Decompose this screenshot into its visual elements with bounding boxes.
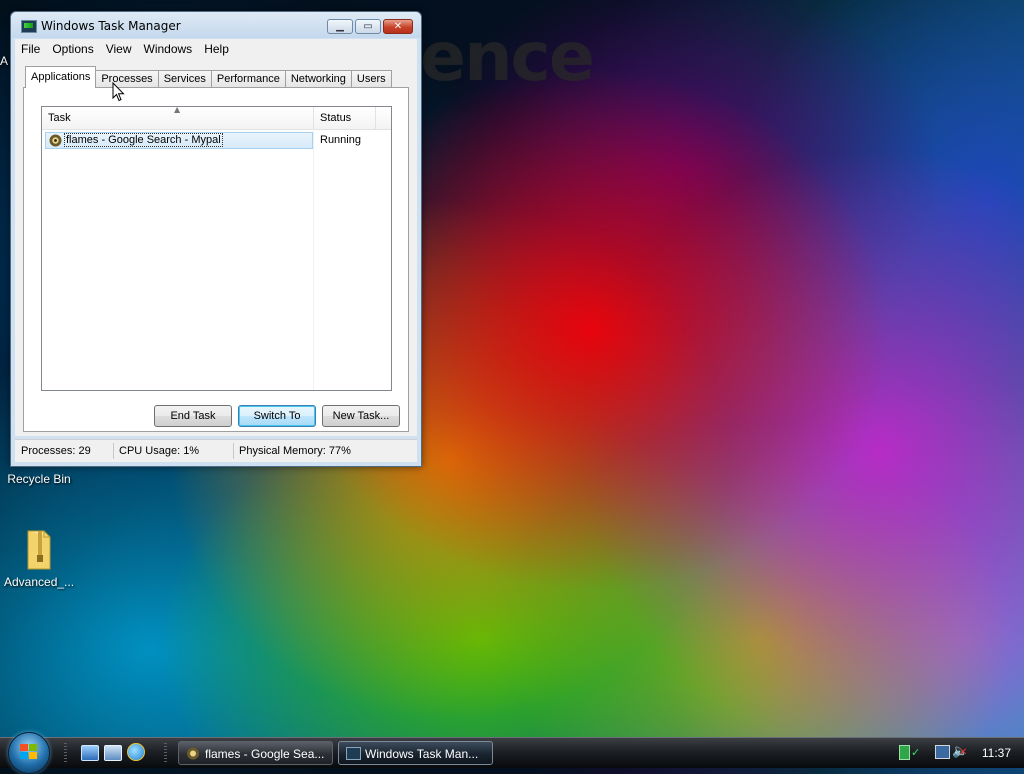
windows-logo-icon [20, 744, 38, 760]
menu-view[interactable]: View [100, 42, 138, 56]
menu-options[interactable]: Options [46, 42, 99, 56]
clock[interactable]: 11:37 [982, 746, 1011, 760]
mouse-cursor-icon [112, 81, 125, 105]
sort-arrow-icon: ▲ [174, 105, 181, 114]
applications-panel: ▲ Task Status flames - Google Search - M… [23, 87, 409, 432]
cpu-usage: CPU Usage: 1% [119, 445, 200, 457]
menu-file[interactable]: File [15, 42, 46, 56]
network-icon[interactable] [935, 745, 950, 759]
switch-windows-icon[interactable] [104, 745, 122, 761]
column-header-label: Task [48, 112, 71, 124]
minimize-icon: ▁ [336, 21, 344, 32]
column-header-status[interactable]: Status [314, 107, 376, 129]
task-manager-window: Windows Task Manager ▁ ▭ ✕ File Options … [10, 11, 422, 467]
taskbar-button-label: flames - Google Sea... [205, 747, 325, 761]
taskbar: flames - Google Sea... Windows Task Man.… [0, 732, 1024, 774]
desktop-icon-label: Recycle Bin [7, 472, 71, 486]
taskbar-button-task-manager[interactable]: Windows Task Man... [338, 741, 493, 765]
menu-windows[interactable]: Windows [138, 42, 199, 56]
processes-count: Processes: 29 [21, 445, 91, 457]
task-list[interactable]: ▲ Task Status flames - Google Search - M… [41, 105, 392, 391]
task-manager-icon [346, 747, 361, 760]
desktop-icon-label: Advanced_... [4, 575, 75, 589]
physical-memory: Physical Memory: 77% [239, 445, 351, 457]
minimize-button[interactable]: ▁ [327, 19, 353, 34]
notification-area: ✓ 🔈 ✕ 11:37 [889, 738, 1024, 768]
end-task-button[interactable]: End Task [154, 405, 232, 427]
tab-services[interactable]: Services [157, 70, 212, 88]
zip-folder-icon [24, 527, 54, 571]
maximize-icon: ▭ [363, 21, 373, 32]
mypal-browser-icon [49, 134, 62, 147]
status-separator [113, 443, 114, 459]
tab-performance[interactable]: Performance [210, 70, 286, 88]
list-header: ▲ Task Status [42, 105, 391, 130]
muted-x-icon: ✕ [959, 747, 968, 758]
menu-help[interactable]: Help [198, 42, 235, 56]
taskbar-button-mypal[interactable]: flames - Google Sea... [178, 741, 333, 765]
close-icon: ✕ [393, 21, 403, 32]
title-bar[interactable]: Windows Task Manager ▁ ▭ ✕ [11, 12, 421, 38]
tab-strip: Applications Processes Services Performa… [25, 66, 392, 88]
desktop-edge-label: A [0, 54, 9, 68]
show-desktop-icon[interactable] [81, 745, 99, 761]
column-header-label: Status [320, 112, 352, 124]
status-bar: Processes: 29 CPU Usage: 1% Physical Mem… [15, 439, 417, 462]
window-title: Windows Task Manager [41, 19, 181, 33]
mypal-browser-icon [186, 747, 200, 760]
internet-explorer-icon[interactable] [127, 743, 145, 761]
switch-to-button[interactable]: Switch To [238, 405, 316, 427]
menu-bar: File Options View Windows Help [15, 39, 417, 58]
new-task-button[interactable]: New Task... [322, 405, 400, 427]
taskbar-grip[interactable] [64, 743, 67, 763]
maximize-button[interactable]: ▭ [355, 19, 381, 34]
tray-app-icon[interactable] [899, 745, 910, 760]
column-divider [313, 129, 314, 390]
window-client-area: Applications Processes Services Performa… [15, 58, 417, 436]
table-row[interactable]: flames - Google Search - Mypal [45, 132, 313, 149]
taskbar-button-label: Windows Task Man... [365, 747, 479, 761]
task-name: flames - Google Search - Mypal [64, 133, 223, 147]
tab-applications[interactable]: Applications [25, 66, 97, 88]
task-manager-icon [21, 20, 37, 33]
wallpaper-text: ence [420, 18, 595, 97]
tab-networking[interactable]: Networking [284, 70, 352, 88]
task-status: Running [320, 134, 361, 146]
close-button[interactable]: ✕ [383, 19, 413, 34]
taskbar-grip[interactable] [164, 743, 167, 763]
desktop-icon-advanced[interactable]: Advanced_... [4, 527, 74, 589]
column-header-task[interactable]: ▲ Task [42, 105, 314, 129]
tab-processes[interactable]: Processes [95, 70, 159, 88]
status-separator [233, 443, 234, 459]
security-check-icon[interactable]: ✓ [911, 747, 921, 758]
tab-users[interactable]: Users [350, 70, 392, 88]
